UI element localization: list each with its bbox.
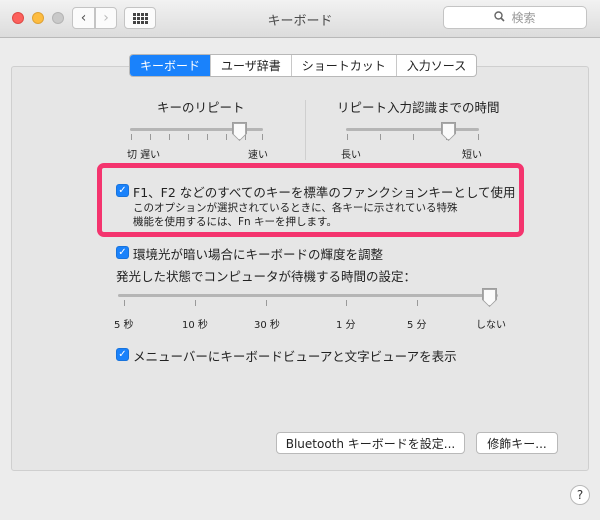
- slider-tick: [207, 134, 208, 140]
- slider-tick: [417, 300, 418, 306]
- slider-tick: [226, 134, 227, 140]
- slider-tick: [262, 134, 263, 140]
- idle-tick-label: 30 秒: [254, 320, 280, 331]
- slider-tick: [169, 134, 170, 140]
- slider-tick: [413, 134, 414, 140]
- modifier-keys-button[interactable]: 修飾キー...: [476, 432, 558, 454]
- idle-tick-label: しない: [476, 320, 506, 331]
- search-input[interactable]: 検索: [443, 6, 587, 29]
- slider-tick: [188, 134, 189, 140]
- repeat-delay-title: リピート入力認識までの時間: [337, 100, 500, 115]
- idle-tick-label: 5 分: [407, 320, 427, 331]
- slider-tick: [380, 134, 381, 140]
- tab-input-sources[interactable]: 入力ソース: [395, 55, 476, 76]
- search-placeholder: 検索: [511, 11, 536, 25]
- fn-keys-label[interactable]: F1、F2 などのすべてのキーを標準のファンクションキーとして使用: [133, 182, 516, 201]
- repeat-delay-max-label: 短い: [462, 150, 482, 161]
- section-divider: [305, 100, 306, 160]
- fn-keys-description-line1: このオプションが選択されているときに、各キーに示されている特殊: [133, 202, 458, 214]
- tab-shortcuts[interactable]: ショートカット: [290, 55, 396, 76]
- ambient-light-label[interactable]: 環境光が暗い場合にキーボードの輝度を調整: [133, 244, 383, 263]
- key-repeat-title: キーのリピート: [157, 100, 245, 115]
- tab-keyboard[interactable]: キーボード: [130, 55, 211, 76]
- idle-time-track[interactable]: [118, 294, 498, 297]
- help-button[interactable]: ?: [570, 485, 590, 505]
- menubar-viewer-label[interactable]: メニューバーにキーボードビューアと文字ビューアを表示: [133, 346, 457, 365]
- repeat-delay-min-label: 長い: [341, 150, 361, 161]
- slider-tick: [346, 300, 347, 306]
- help-icon: ?: [576, 488, 584, 502]
- idle-tick-label: 10 秒: [182, 320, 208, 331]
- repeat-delay-track[interactable]: [346, 128, 479, 131]
- title-bar: ‹ › キーボード 検索: [0, 0, 600, 38]
- tab-bar: キーボード ユーザ辞書 ショートカット 入力ソース: [129, 54, 478, 77]
- fn-keys-description-line2: 機能を使用するには、Fn キーを押します。: [133, 216, 337, 228]
- fn-keys-checkbox[interactable]: ✓: [116, 184, 129, 197]
- key-repeat-max-label: 速い: [248, 150, 268, 161]
- menubar-viewer-checkbox[interactable]: ✓: [116, 348, 129, 361]
- idle-time-title: 発光した状態でコンピュータが待機する時間の設定：: [116, 269, 417, 284]
- idle-tick-label: 5 秒: [114, 320, 134, 331]
- slider-tick: [150, 134, 151, 140]
- idle-tick-label: 1 分: [336, 320, 356, 331]
- tab-user-dictionary[interactable]: ユーザ辞書: [210, 55, 291, 76]
- bluetooth-keyboard-setup-button[interactable]: Bluetooth キーボードを設定...: [276, 432, 465, 454]
- slider-tick: [266, 300, 267, 306]
- key-repeat-min-label: 切 遅い: [127, 150, 161, 161]
- search-icon: [494, 10, 506, 25]
- slider-tick: [478, 134, 479, 140]
- ambient-light-checkbox[interactable]: ✓: [116, 246, 129, 259]
- slider-tick: [347, 134, 348, 140]
- slider-tick: [131, 134, 132, 140]
- slider-tick: [195, 300, 196, 306]
- slider-tick: [124, 300, 125, 306]
